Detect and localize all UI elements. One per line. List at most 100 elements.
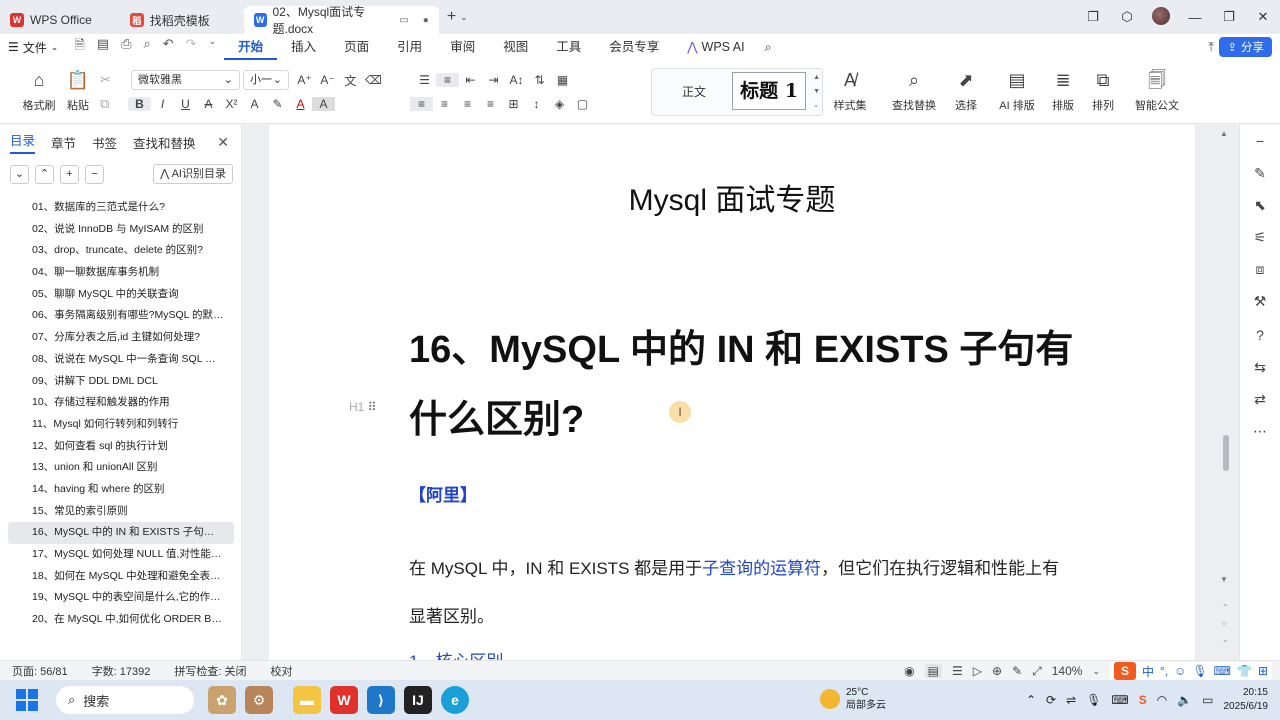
export-pdf-icon[interactable]: ▤ (97, 36, 109, 58)
menu-review[interactable]: 审阅 (436, 34, 489, 60)
zoom-level[interactable]: 140% (1052, 664, 1083, 678)
close-icon[interactable]: ✕ (217, 134, 229, 151)
sort-icon[interactable]: ⇅ (528, 73, 551, 87)
next-page-icon[interactable]: ⌄ (1222, 635, 1229, 644)
highlight-icon[interactable]: ✎ (266, 97, 289, 111)
redo-icon[interactable]: ↷ (186, 36, 197, 58)
clock[interactable]: 20:15 2025/6/19 (1224, 686, 1269, 714)
collapse-chevron-icon[interactable]: ⌄ (10, 164, 29, 184)
web-view-icon[interactable]: ⊕ (992, 664, 1002, 678)
grid-icon[interactable]: ⊞ (1258, 664, 1268, 678)
vscode-icon[interactable]: ⟩ (367, 686, 395, 714)
fit-page-icon[interactable]: ⤢ (1032, 664, 1042, 679)
pen-icon[interactable]: ✎ (1012, 664, 1022, 678)
style-set-button[interactable]: A̸ 样式集 (828, 68, 872, 113)
toc-item[interactable]: 11、Mysql 如何行转列和列转行 (0, 414, 234, 436)
toc-item[interactable]: 01、数据库的三范式是什么? (0, 197, 234, 219)
scroll-thumb[interactable] (1223, 435, 1229, 471)
copy-icon[interactable]: ⧉ (100, 96, 109, 112)
mic-icon[interactable]: 🎙 (1086, 693, 1101, 707)
more-chevron-icon[interactable]: ⌄ (209, 36, 217, 58)
menu-tools[interactable]: 工具 (542, 34, 595, 60)
emoji-icon[interactable]: ☺ (1174, 664, 1186, 678)
convert-icon[interactable]: ⇆ (1250, 359, 1270, 376)
toc-item[interactable]: 19、MySQL 中的表空间是什么,它的作用是什么? (0, 587, 234, 609)
font-size-select[interactable]: 小一 ⌄ (243, 70, 289, 90)
tab-template[interactable]: 稻 找稻壳模板 (120, 6, 220, 34)
punctuation-icon[interactable]: °, (1160, 664, 1168, 678)
clear-format-icon[interactable]: ⌫ (362, 73, 385, 87)
font-name-select[interactable]: 微软雅黑 ⌄ (131, 70, 240, 90)
minus-icon[interactable]: − (1250, 133, 1270, 149)
style-heading-1[interactable]: 标题 1 (732, 72, 806, 110)
find-replace-button[interactable]: ⌕ 查找替换 (888, 68, 940, 113)
distributed-icon[interactable]: ⊞ (502, 97, 525, 111)
select-button[interactable]: ⬈ 选择 (944, 68, 988, 113)
paste-button[interactable]: 📋 粘贴 (56, 68, 100, 113)
share-button[interactable]: ⇪ 分享 (1219, 37, 1272, 57)
wps-taskbar-icon[interactable]: W (330, 686, 358, 714)
battery-icon[interactable]: ▭ (1202, 693, 1213, 707)
ai-toc-button[interactable]: ⋀ AI识别目录 (153, 164, 233, 184)
line-spacing-icon[interactable]: ↕ (525, 97, 548, 111)
justify-icon[interactable]: ≡ (479, 97, 502, 111)
bullet-list-icon[interactable]: ☰ (413, 73, 436, 87)
toc-item[interactable]: 08、说说在 MySQL 中一条查询 SQL 是如何执行的? (0, 349, 234, 371)
tab-document[interactable]: W 02、Mysql面试专题.docx ▭ ● (243, 5, 439, 36)
toc-item[interactable]: 17、MySQL 如何处理 NULL 值,对性能有什么影响? (0, 544, 234, 566)
search-icon[interactable]: ⌕ (759, 34, 778, 60)
document-page[interactable]: Mysql 面试专题 16、MySQL 中的 IN 和 EXISTS 子句有什么… (269, 125, 1195, 660)
menu-home[interactable]: 开始 (224, 34, 278, 60)
new-tab-button[interactable]: + ⌄ (447, 8, 468, 26)
expand-chevron-icon[interactable]: ⌃ (35, 164, 54, 184)
char-shading-icon[interactable]: A (312, 97, 335, 111)
jetbrains-icon[interactable]: IJ (404, 686, 432, 714)
keyboard-icon[interactable]: ⌨ (1214, 664, 1231, 678)
help-icon[interactable]: ? (1250, 327, 1270, 343)
toc-item[interactable]: 18、如何在 MySQL 中处理和避免全表扫描? (0, 566, 234, 588)
window-switch-icon[interactable]: ❐ (1076, 9, 1110, 25)
toc-item[interactable]: 09、讲解下 DDL DML DCL (0, 371, 234, 393)
numbered-list-icon[interactable]: ≡ (436, 73, 459, 87)
nav-tab-bookmarks[interactable]: 书签 (92, 133, 117, 152)
keyboard-icon[interactable]: ⌨ (1111, 693, 1128, 707)
save-icon[interactable]: 🗎 (74, 36, 84, 58)
toc-item[interactable]: 14、having 和 where 的区别 (0, 479, 234, 501)
toc-item[interactable]: 04、聊一聊数据库事务机制 (0, 262, 234, 284)
print-icon[interactable]: ⎙ (121, 36, 131, 58)
tab-wps-office[interactable]: W WPS Office (0, 6, 102, 34)
border-icon[interactable]: ▢ (571, 97, 594, 111)
align-center-icon[interactable]: ≡ (433, 97, 456, 111)
more-icon[interactable]: ⋯ (1250, 423, 1270, 440)
show-marks-icon[interactable]: ▦ (551, 73, 574, 87)
outline-view-icon[interactable]: ☰ (952, 664, 963, 678)
sogou-tray-icon[interactable]: S (1139, 693, 1147, 707)
font-color-icon[interactable]: A (289, 97, 312, 111)
toc-item[interactable]: 20、在 MySQL 中,如何优化 ORDER BY 查询? (0, 609, 234, 631)
bold-icon[interactable]: B (128, 97, 151, 111)
toc-item[interactable]: 02、说说 InnoDB 与 MyISAM 的区别 (0, 219, 234, 241)
shrink-font-icon[interactable]: A⁻ (316, 73, 339, 87)
app-icon[interactable]: ⚙ (245, 686, 273, 714)
add-heading-icon[interactable]: + (60, 164, 79, 184)
edge-icon[interactable]: e (441, 686, 469, 714)
text-direction-icon[interactable]: A↕ (505, 73, 528, 87)
tab-monitor-icon[interactable]: ▭ (399, 15, 408, 26)
chevron-down-icon[interactable]: ⌄ (1092, 666, 1100, 677)
style-scroll-icon[interactable]: ▲ ▼ ⌄ (813, 71, 820, 113)
vertical-scrollbar[interactable]: ▲ ▼ ⌃ ○ ⌄ (1218, 125, 1238, 660)
align-left-icon[interactable]: ≡ (410, 97, 433, 111)
grow-font-icon[interactable]: A⁺ (293, 73, 316, 87)
nav-tab-find[interactable]: 查找和替换 (133, 133, 196, 152)
close-button[interactable]: ✕ (1246, 9, 1280, 25)
scroll-up-icon[interactable]: ▲ (1220, 129, 1228, 138)
decrease-indent-icon[interactable]: ⇤ (459, 73, 482, 87)
wifi-icon[interactable]: ◠ (1157, 693, 1167, 707)
toc-item[interactable]: 15、常见的索引原则 (0, 501, 234, 523)
toc-item[interactable]: 05、聊聊 MySQL 中的关联查询 (0, 284, 234, 306)
nav-tab-toc[interactable]: 目录 (10, 130, 36, 154)
adjust-icon[interactable]: ⚟ (1250, 229, 1270, 246)
ai-layout-button[interactable]: ▤ AI 排版 (995, 68, 1039, 113)
remove-heading-icon[interactable]: − (85, 164, 104, 184)
tray-app-icon[interactable]: ⇌ (1066, 693, 1076, 707)
